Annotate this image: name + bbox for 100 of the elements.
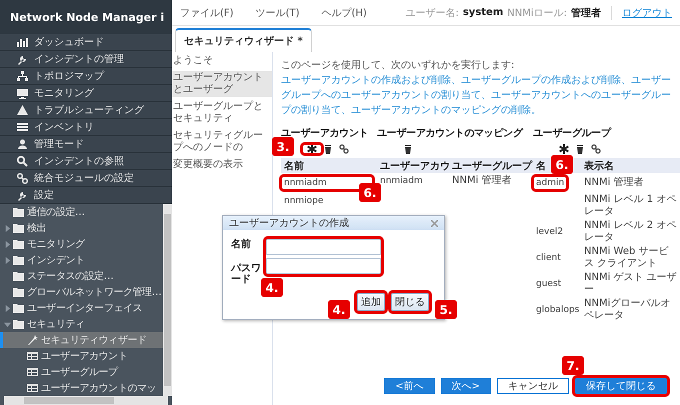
wizard-step[interactable]: ようこそ [172,54,272,68]
nav-item[interactable]: トラブルシューティング [0,102,172,119]
tree-item[interactable]: ユーザーグループ [0,364,163,380]
tree-item[interactable]: 検出 [0,220,163,236]
nav-item[interactable]: ダッシュボード [0,34,172,51]
expand-arrow-icon[interactable] [4,256,11,264]
wizard-step[interactable]: ユーザーアカウントとユーザーグ [172,71,272,97]
monitor-icon [16,86,29,100]
cancel-button[interactable]: キャンセル [497,378,569,394]
expand-arrow-icon[interactable] [4,240,11,248]
wizard-button[interactable]: 次へ> [440,378,491,394]
wizard-step[interactable]: セキュリティグループへのノードの [172,129,272,155]
nav-item[interactable]: インシデントの管理 [0,51,172,68]
tree-item[interactable]: ユーザーアカウントのマッ [0,380,163,396]
step-badge: 6. [551,155,573,174]
wand-icon [27,335,38,345]
grid-icon [27,351,38,361]
step-badge: 4. [261,278,283,297]
role-label: NNMiロール: [507,6,567,20]
panel-title: ユーザーアカウント [281,126,370,140]
nav-item[interactable]: インシデントの参照 [0,153,172,170]
field-label: 名前 [231,239,252,250]
close-icon[interactable] [431,220,438,226]
tree-item[interactable]: セキュリティウィザード [0,332,163,348]
folder-icon [13,239,24,249]
nav-item[interactable]: モニタリング [0,85,172,102]
tree-label: ユーザーアカウントのマッ [41,382,156,395]
menu-item[interactable]: ヘルプ(H) [321,6,367,20]
dialog-button[interactable]: 閉じる [391,293,429,311]
table-cell: NNMiグローバルオペレータ [584,298,670,321]
tree-item[interactable]: ユーザーインターフェイス [0,300,163,316]
nav-item[interactable]: 設定 [0,187,172,204]
table-cell: NNMi 管理者 [452,175,512,186]
tree-label: 検出 [27,222,46,235]
wizard-button[interactable]: 保存して閉じる [575,378,667,394]
link-icon[interactable] [591,144,601,154]
menu-item[interactable]: ツール(T) [256,6,300,20]
expand-arrow-icon[interactable] [4,304,11,312]
user-label: ユーザー名: [405,6,459,20]
folder-icon [13,271,24,281]
person-icon [16,138,29,150]
column-header[interactable]: 表示名 [584,160,614,172]
field-label: パスワード [231,263,262,285]
tree-label: グローバルネットワーク管理… [27,286,162,299]
asterisk-icon[interactable] [307,144,317,154]
tree-item[interactable]: インシデント [0,252,163,268]
tree-item[interactable]: モニタリング [0,236,163,252]
link-icon [16,172,29,184]
panel-title: ユーザーグループ [533,126,612,140]
user-name: system [462,7,504,18]
table-cell: globalops [536,305,580,315]
menu-item[interactable]: ファイル(F) [180,6,234,20]
folder-icon [13,287,24,297]
tree-label: ユーザーグループ [41,366,118,379]
scrollbar[interactable] [4,396,168,405]
asterisk-icon[interactable] [559,144,569,154]
trash-icon[interactable] [575,144,585,154]
link-icon[interactable] [339,144,349,154]
table-cell: NNMi レベル 2 オペレータ [584,220,676,243]
column-header[interactable]: 名前 [284,160,304,172]
dialog-button[interactable]: 追加 [357,293,385,311]
input-field[interactable] [266,258,381,274]
tree-item[interactable]: ステータスの設定… [0,268,163,284]
trash-icon[interactable] [323,144,333,154]
nav-item[interactable]: 統合モジュールの設定 [0,170,172,187]
role-name: 管理者 [571,6,601,20]
step-badge: 4. [328,300,350,319]
folder-icon [13,303,24,313]
input-field[interactable] [266,239,381,255]
tree-item[interactable]: グローバルネットワーク管理… [0,284,163,300]
step-badge: 3. [272,137,294,156]
nav-item[interactable]: インベントリ [0,119,172,136]
step-badge: 5. [435,300,457,319]
expand-arrow-icon[interactable] [4,224,11,232]
column-header[interactable]: ユーザーグループ [452,160,532,172]
column-header[interactable]: 名 [536,160,546,172]
table-cell: NNMi レベル 1 オペレータ [584,194,676,217]
column-header[interactable]: ユーザーアカウ [380,160,450,172]
wizard-step[interactable]: 変更概要の表示 [172,158,272,172]
tree-item[interactable]: セキュリティ [0,316,163,332]
tab[interactable]: セキュリティウィザード * [175,28,312,52]
nav-item[interactable]: トポロジマップ [0,68,172,85]
logout-link[interactable]: ログアウト [622,6,672,20]
highlight-outline [388,290,432,314]
tree-item[interactable]: 通信の設定… [0,204,163,220]
nav-item[interactable]: 管理モード [0,136,172,153]
folder-icon [13,255,24,265]
collapse-arrow-icon[interactable] [4,320,11,328]
wizard-step[interactable]: ユーザーグループとセキュリティ [172,100,272,126]
grid-icon [27,383,38,393]
chart-icon [16,36,29,48]
wizard-button[interactable]: <前へ [384,378,435,394]
table-cell: NNMi ゲスト ユーザー [584,272,677,295]
task-list-text: ユーザーアカウントの作成および削除、ユーザーグループの作成および削除、ユーザーグループへのユーザーアカウントの割り当て、ユーザーアカウントへのユーザーグループの割り当て、ユーザーアカウントのマッピングの削除。 [281,74,672,118]
trash-icon[interactable] [403,144,413,154]
tree-label: モニタリング [27,238,85,251]
tree-item[interactable]: ユーザーアカウント [0,348,163,364]
intro-text: このページを使用して、次のいずれかを実行します: [281,58,516,73]
step-badge: 6. [359,183,381,202]
scrollbar[interactable] [163,204,172,396]
